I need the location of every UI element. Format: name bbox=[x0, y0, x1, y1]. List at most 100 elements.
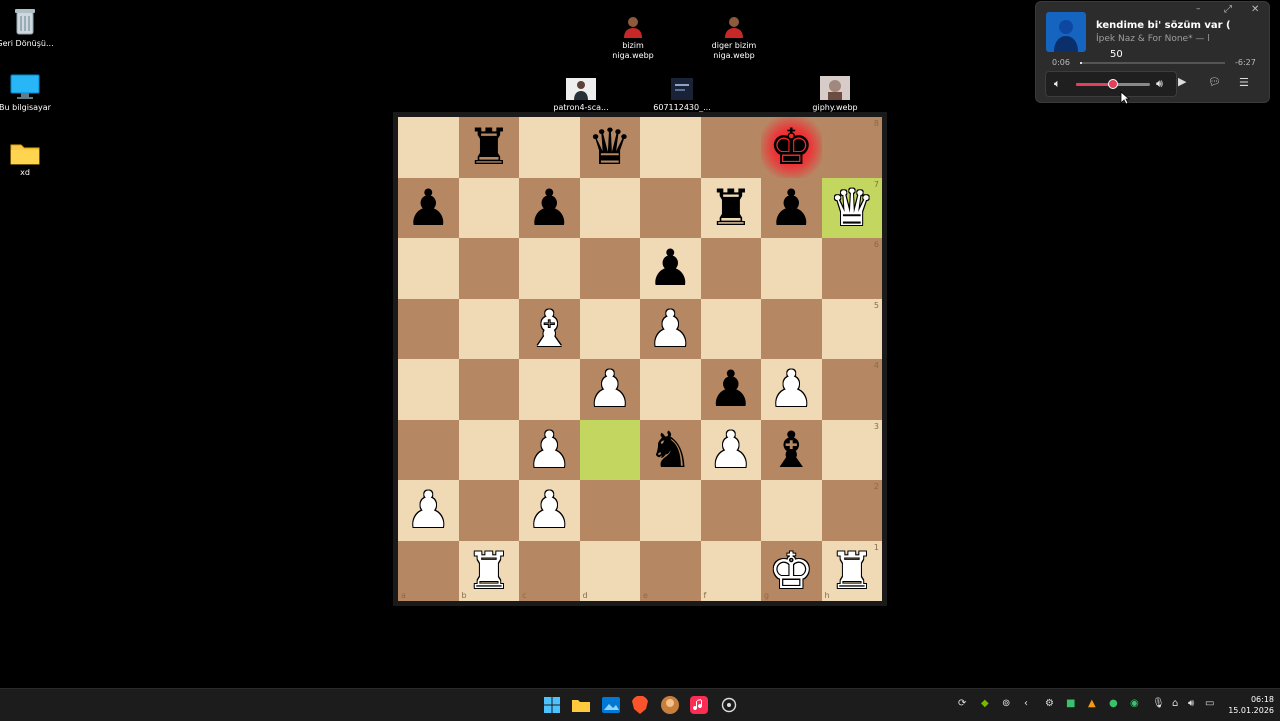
square-b3[interactable] bbox=[458, 419, 519, 480]
square-f3[interactable]: ♟ bbox=[700, 419, 761, 480]
square-a6[interactable] bbox=[398, 238, 459, 299]
square-f4[interactable]: ♟ bbox=[700, 359, 761, 420]
tray-refresh-icon[interactable]: ⟳ bbox=[958, 698, 966, 709]
square-b1[interactable]: ♜ b bbox=[458, 540, 519, 601]
square-f1[interactable]: f bbox=[700, 540, 761, 601]
square-g1[interactable]: ♚ g bbox=[761, 540, 822, 601]
desktop-icon-folder-xd[interactable]: xd bbox=[0, 141, 57, 178]
chess-piece[interactable]: ♟ bbox=[406, 485, 451, 535]
chess-piece[interactable]: ♜ bbox=[466, 546, 511, 596]
square-d2[interactable] bbox=[579, 480, 640, 541]
tray-security-icon[interactable]: ◉ bbox=[1130, 698, 1139, 709]
square-e8[interactable] bbox=[640, 117, 701, 178]
chess-piece[interactable]: ♚ bbox=[769, 546, 814, 596]
chess-piece[interactable]: ♛ bbox=[587, 122, 632, 172]
desktop-icon-patron4[interactable]: patron4-sca... bbox=[549, 78, 613, 113]
square-e2[interactable] bbox=[640, 480, 701, 541]
square-g6[interactable] bbox=[761, 238, 822, 299]
square-d3[interactable] bbox=[579, 419, 640, 480]
desktop-icon-this-pc[interactable]: Bu bilgisayar bbox=[0, 74, 57, 113]
desktop-icon-diger-bizim-niga[interactable]: diger bizim niga.webp bbox=[702, 14, 766, 61]
square-e3[interactable]: ♞ bbox=[640, 419, 701, 480]
desktop-icon-giphy[interactable]: giphy.webp bbox=[803, 76, 867, 113]
square-c2[interactable]: ♟ bbox=[519, 480, 580, 541]
square-g2[interactable] bbox=[761, 480, 822, 541]
square-e4[interactable] bbox=[640, 359, 701, 420]
volume-popup[interactable]: 🔈︎ 🔊︎ bbox=[1045, 71, 1177, 97]
chess-piece[interactable]: ♟ bbox=[648, 243, 693, 293]
square-h2[interactable]: 2 bbox=[821, 480, 882, 541]
tray-green-app-icon[interactable]: ■ bbox=[1066, 698, 1075, 709]
square-g8[interactable]: ♚ bbox=[761, 117, 822, 178]
chess-piece[interactable]: ♜ bbox=[708, 183, 753, 233]
desktop-icon-recycle-bin[interactable]: Geri Dönüşü... bbox=[0, 6, 57, 49]
square-c1[interactable]: c bbox=[519, 540, 580, 601]
square-g5[interactable] bbox=[761, 298, 822, 359]
chess-piece[interactable]: ♞ bbox=[648, 425, 693, 475]
chess-piece[interactable]: ♝ bbox=[769, 425, 814, 475]
square-a3[interactable] bbox=[398, 419, 459, 480]
close-icon[interactable]: ✕ bbox=[1251, 4, 1259, 15]
square-f6[interactable] bbox=[700, 238, 761, 299]
square-f5[interactable] bbox=[700, 298, 761, 359]
chess-piece[interactable]: ♟ bbox=[648, 304, 693, 354]
tray-steam-icon[interactable]: ⊚ bbox=[1002, 698, 1010, 709]
square-g4[interactable]: ♟ bbox=[761, 359, 822, 420]
start-button[interactable] bbox=[542, 695, 562, 715]
media-player-flyout[interactable]: kendime bi' sözüm var ( İpek Naz & For N… bbox=[1035, 1, 1270, 103]
square-g3[interactable]: ♝ bbox=[761, 419, 822, 480]
square-a4[interactable] bbox=[398, 359, 459, 420]
tray-volume-icon[interactable]: 🔊︎ bbox=[1188, 698, 1194, 709]
square-e6[interactable]: ♟ bbox=[640, 238, 701, 299]
chess-piece[interactable]: ♜ bbox=[466, 122, 511, 172]
lyrics-icon[interactable]: 💬︎ bbox=[1208, 77, 1221, 88]
square-d1[interactable]: d bbox=[579, 540, 640, 601]
square-c8[interactable] bbox=[519, 117, 580, 178]
square-e1[interactable]: e bbox=[640, 540, 701, 601]
clock[interactable]: 06:18 15.01.2026 bbox=[1224, 694, 1274, 716]
tray-battery-icon[interactable]: ▭ bbox=[1205, 698, 1214, 709]
square-a2[interactable]: ♟ bbox=[398, 480, 459, 541]
music-app-button[interactable] bbox=[689, 695, 709, 715]
app-avatar-button[interactable] bbox=[660, 695, 680, 715]
seek-bar[interactable] bbox=[1080, 62, 1225, 64]
square-h5[interactable]: 5 bbox=[821, 298, 882, 359]
square-c6[interactable] bbox=[519, 238, 580, 299]
chess-piece[interactable]: ♟ bbox=[587, 364, 632, 414]
square-b4[interactable] bbox=[458, 359, 519, 420]
square-a1[interactable]: a bbox=[398, 540, 459, 601]
brave-browser-button[interactable] bbox=[630, 695, 650, 715]
square-c7[interactable]: ♟ bbox=[519, 177, 580, 238]
square-c3[interactable]: ♟ bbox=[519, 419, 580, 480]
square-f7[interactable]: ♜ bbox=[700, 177, 761, 238]
square-a5[interactable] bbox=[398, 298, 459, 359]
square-d7[interactable] bbox=[579, 177, 640, 238]
square-h1[interactable]: ♜ 1 h bbox=[821, 540, 882, 601]
tray-nvidia-icon[interactable]: ◆ bbox=[981, 698, 989, 709]
volume-max-icon[interactable]: 🔊︎ bbox=[1156, 77, 1163, 91]
chess-piece[interactable]: ♟ bbox=[527, 183, 572, 233]
square-h6[interactable]: 6 bbox=[821, 238, 882, 299]
desktop-icon-607112430[interactable]: 607112430_... bbox=[650, 78, 714, 113]
square-c5[interactable]: ♝ bbox=[519, 298, 580, 359]
volume-slider-thumb[interactable] bbox=[1108, 79, 1118, 89]
chess-piece[interactable]: ♟ bbox=[769, 364, 814, 414]
photos-button[interactable] bbox=[601, 695, 621, 715]
square-b6[interactable] bbox=[458, 238, 519, 299]
chess-piece[interactable]: ♟ bbox=[708, 425, 753, 475]
play-button[interactable]: ▶ bbox=[1178, 75, 1186, 88]
chess-piece[interactable]: ♚ bbox=[769, 122, 814, 172]
chess-piece[interactable]: ♟ bbox=[708, 364, 753, 414]
tray-settings-icon[interactable]: ⚙ bbox=[1045, 698, 1054, 709]
tray-network-icon[interactable]: ⌂ bbox=[1172, 698, 1178, 709]
square-d5[interactable] bbox=[579, 298, 640, 359]
tray-shield-icon[interactable]: ● bbox=[1109, 698, 1118, 709]
mute-icon[interactable]: 🔈︎ bbox=[1054, 77, 1061, 91]
square-b5[interactable] bbox=[458, 298, 519, 359]
minimize-button[interactable]: – bbox=[1196, 4, 1201, 14]
square-f2[interactable] bbox=[700, 480, 761, 541]
chess-piece[interactable]: ♟ bbox=[406, 183, 451, 233]
square-b8[interactable]: ♜ bbox=[458, 117, 519, 178]
square-d8[interactable]: ♛ bbox=[579, 117, 640, 178]
square-b7[interactable] bbox=[458, 177, 519, 238]
